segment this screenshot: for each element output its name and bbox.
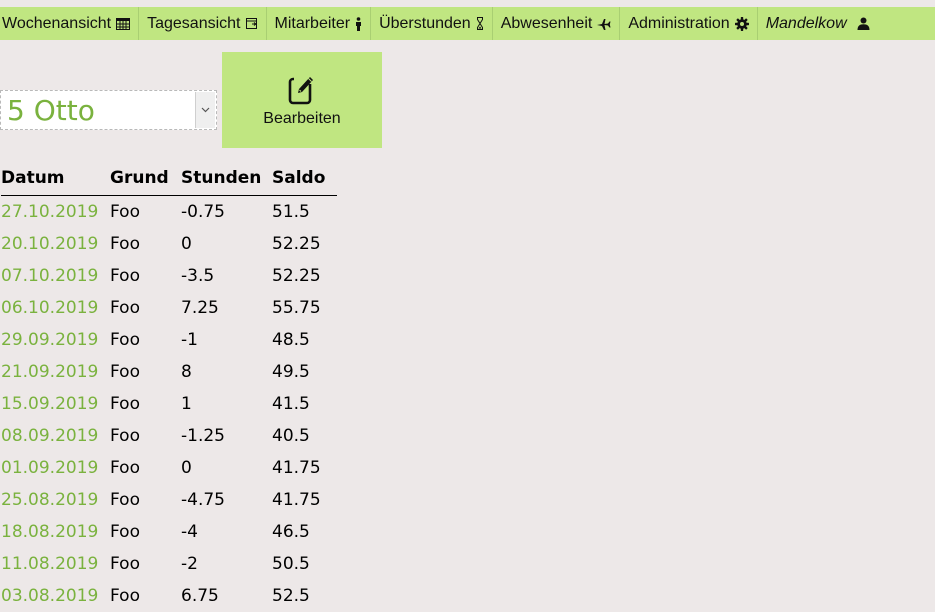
cell-balance: 55.75	[272, 298, 321, 318]
table-row: 15.09.2019 Foo 1 41.5	[1, 388, 337, 420]
table-row: 01.09.2019 Foo 0 41.75	[1, 452, 337, 484]
table-row: 21.09.2019 Foo 8 49.5	[1, 356, 337, 388]
table-row: 29.09.2019 Foo -1 48.5	[1, 324, 337, 356]
nav-item-weekly-view[interactable]: Wochenansicht	[0, 7, 140, 40]
cell-balance: 46.5	[272, 522, 310, 542]
cell-hours: 1	[181, 394, 192, 414]
cell-balance: 52.5	[272, 586, 310, 606]
edit-icon	[288, 73, 316, 106]
cell-hours: 0	[181, 234, 192, 254]
top-nav: Wochenansicht Tagesansicht Mitarbeiter Ü…	[0, 7, 935, 40]
edit-button[interactable]: Bearbeiten	[222, 52, 382, 148]
nav-item-label: Mitarbeiter	[274, 14, 351, 32]
nav-item-label: Wochenansicht	[2, 14, 112, 32]
cell-balance: 51.5	[272, 202, 310, 222]
cell-date: 01.09.2019	[1, 458, 99, 478]
cell-hours: -1	[181, 330, 198, 350]
nav-item-employees[interactable]: Mitarbeiter	[267, 7, 372, 40]
cell-date: 29.09.2019	[1, 330, 99, 350]
cell-balance: 41.75	[272, 458, 321, 478]
cell-balance: 50.5	[272, 554, 310, 574]
cell-date: 25.08.2019	[1, 490, 99, 510]
cell-hours: -3.5	[181, 266, 215, 286]
cell-date: 08.09.2019	[1, 426, 99, 446]
cell-balance: 52.25	[272, 234, 321, 254]
table-row: 27.10.2019 Foo -0.75 51.5	[1, 196, 337, 229]
cell-reason: Foo	[110, 202, 140, 222]
cell-hours: -4.75	[181, 490, 225, 510]
nav-item-daily-view[interactable]: Tagesansicht	[139, 7, 267, 40]
cell-reason: Foo	[110, 554, 140, 574]
cell-balance: 48.5	[272, 330, 310, 350]
nav-item-label: Abwesenheit	[500, 14, 593, 32]
person-icon	[355, 16, 362, 31]
cell-date: 07.10.2019	[1, 266, 99, 286]
overtime-table: Datum Grund Stunden Saldo 27.10.2019 Foo -…	[1, 161, 337, 612]
cell-hours: 6.75	[181, 586, 219, 606]
cell-hours: 7.25	[181, 298, 219, 318]
nav-item-administration[interactable]: Administration	[620, 7, 758, 40]
cell-balance: 49.5	[272, 362, 310, 382]
column-header-date: Datum	[1, 161, 110, 196]
chevron-down-icon[interactable]	[195, 92, 215, 128]
cell-date: 27.10.2019	[1, 202, 99, 222]
cell-reason: Foo	[110, 522, 140, 542]
gear-icon	[734, 16, 749, 31]
plane-icon	[597, 18, 611, 30]
cell-balance: 52.25	[272, 266, 321, 286]
nav-item-overtime[interactable]: Überstunden	[371, 7, 493, 40]
cell-balance: 40.5	[272, 426, 310, 446]
table-row: 25.08.2019 Foo -4.75 41.75	[1, 484, 337, 516]
table-row: 20.10.2019 Foo 0 52.25	[1, 228, 337, 260]
cell-hours: 8	[181, 362, 192, 382]
cell-hours: 0	[181, 458, 192, 478]
cell-reason: Foo	[110, 490, 140, 510]
table-row: 08.09.2019 Foo -1.25 40.5	[1, 420, 337, 452]
cell-hours: -4	[181, 522, 198, 542]
cell-reason: Foo	[110, 298, 140, 318]
cell-hours: -1.25	[181, 426, 225, 446]
table-row: 18.08.2019 Foo -4 46.5	[1, 516, 337, 548]
cell-reason: Foo	[110, 234, 140, 254]
cell-date: 21.09.2019	[1, 362, 99, 382]
cell-date: 20.10.2019	[1, 234, 99, 254]
nav-item-user[interactable]: Mandelkow	[758, 7, 878, 40]
table-row: 07.10.2019 Foo -3.5 52.25	[1, 260, 337, 292]
user-icon	[857, 17, 870, 30]
employee-select[interactable]: 5 Otto	[0, 90, 217, 130]
calendar-day-icon	[245, 17, 258, 30]
table-header-row: Datum Grund Stunden Saldo	[1, 161, 337, 196]
column-header-balance: Saldo	[272, 161, 337, 196]
edit-button-label: Bearbeiten	[263, 110, 341, 127]
hourglass-icon	[476, 17, 484, 30]
calendar-grid-icon	[116, 17, 131, 30]
employee-select-value: 5 Otto	[7, 94, 95, 127]
cell-date: 15.09.2019	[1, 394, 99, 414]
cell-hours: -0.75	[181, 202, 225, 222]
table-row: 06.10.2019 Foo 7.25 55.75	[1, 292, 337, 324]
nav-item-label: Überstunden	[379, 14, 471, 32]
table-row: 03.08.2019 Foo 6.75 52.5	[1, 580, 337, 612]
cell-reason: Foo	[110, 394, 140, 414]
cell-reason: Foo	[110, 266, 140, 286]
cell-date: 18.08.2019	[1, 522, 99, 542]
table-row: 11.08.2019 Foo -2 50.5	[1, 548, 337, 580]
cell-reason: Foo	[110, 586, 140, 606]
cell-date: 03.08.2019	[1, 586, 99, 606]
nav-item-absence[interactable]: Abwesenheit	[493, 7, 621, 40]
cell-date: 11.08.2019	[1, 554, 99, 574]
cell-date: 06.10.2019	[1, 298, 99, 318]
cell-balance: 41.75	[272, 490, 321, 510]
column-header-reason: Grund	[110, 161, 181, 196]
cell-reason: Foo	[110, 362, 140, 382]
nav-item-label: Tagesansicht	[147, 14, 241, 32]
cell-reason: Foo	[110, 458, 140, 478]
cell-reason: Foo	[110, 330, 140, 350]
cell-balance: 41.5	[272, 394, 310, 414]
user-name: Mandelkow	[765, 14, 847, 32]
cell-hours: -2	[181, 554, 198, 574]
cell-reason: Foo	[110, 426, 140, 446]
nav-item-label: Administration	[628, 14, 730, 32]
column-header-hours: Stunden	[181, 161, 272, 196]
